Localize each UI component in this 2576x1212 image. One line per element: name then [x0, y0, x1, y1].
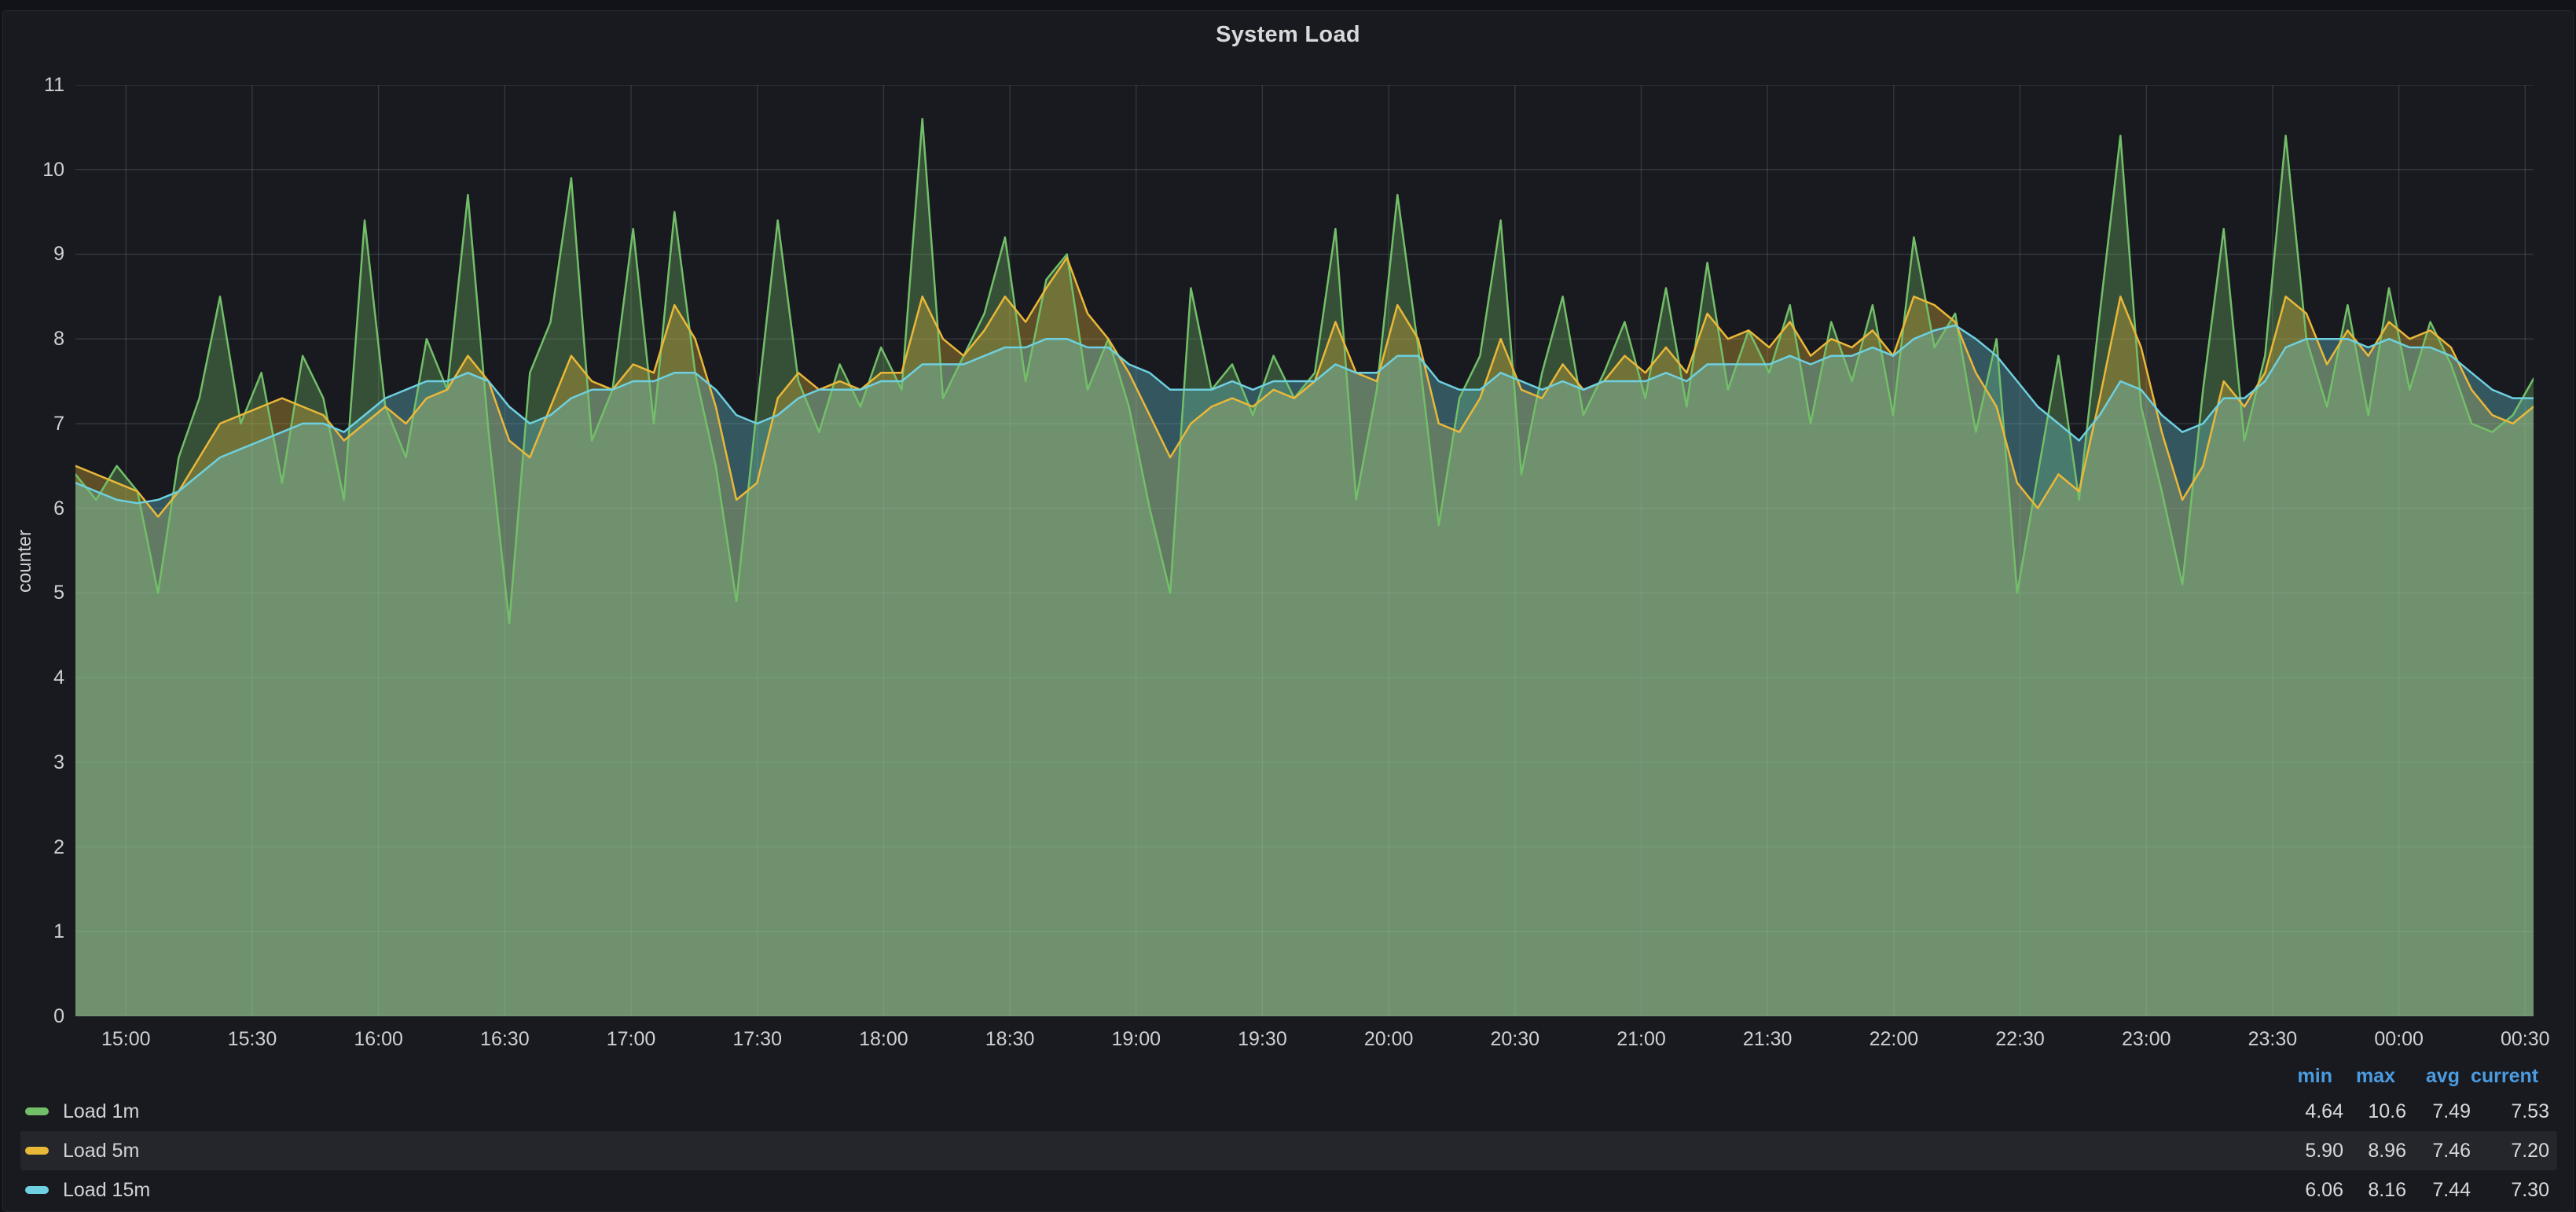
- stat-avg: 7.44: [2406, 1179, 2471, 1202]
- legend-row-load-15m[interactable]: Load 15m 6.06 8.16 7.44 7.30: [20, 1170, 2557, 1210]
- y-tick-label: 1: [0, 920, 64, 943]
- legend-label-load-1m[interactable]: Load 1m: [63, 1100, 139, 1123]
- x-tick-label: 16:00: [324, 1026, 434, 1052]
- y-tick-label: 2: [0, 836, 64, 859]
- y-tick-label: 10: [0, 158, 64, 182]
- stat-current: 7.53: [2471, 1100, 2549, 1123]
- y-tick-label: 0: [0, 1004, 64, 1028]
- legend-header-min[interactable]: min: [2281, 1065, 2343, 1088]
- legend-header-max[interactable]: max: [2343, 1065, 2406, 1088]
- x-tick-label: 15:00: [71, 1026, 181, 1052]
- y-tick-label: 11: [0, 73, 64, 97]
- x-tick-label: 19:00: [1081, 1026, 1191, 1052]
- x-tick-label: 16:30: [450, 1026, 560, 1052]
- stat-current: 7.20: [2471, 1140, 2549, 1162]
- legend-row-load-5m[interactable]: Load 5m 5.90 8.96 7.46 7.20: [20, 1131, 2557, 1170]
- x-tick-label: 18:30: [955, 1026, 1065, 1052]
- x-tick-label: 21:00: [1586, 1026, 1696, 1052]
- x-tick-label: 00:30: [2470, 1026, 2576, 1052]
- x-tick-label: 17:30: [703, 1026, 813, 1052]
- stat-min: 6.06: [2281, 1179, 2343, 1202]
- x-tick-label: 23:00: [2091, 1026, 2201, 1052]
- x-tick-label: 00:00: [2344, 1026, 2454, 1052]
- x-tick-label: 23:30: [2218, 1026, 2328, 1052]
- legend-row-load-1m[interactable]: Load 1m 4.64 10.6 7.49 7.53: [20, 1092, 2557, 1131]
- legend-header-current[interactable]: current: [2471, 1065, 2549, 1088]
- x-tick-label: 21:30: [1712, 1026, 1822, 1052]
- chart-canvas[interactable]: [75, 85, 2534, 1016]
- x-tick-label: 18:00: [828, 1026, 938, 1052]
- legend: min max avg current Load 1m 4.64 10.6 7.…: [20, 1064, 2557, 1210]
- legend-stats-load-5m: 5.90 8.96 7.46 7.20: [2281, 1140, 2549, 1162]
- x-tick-label: 20:00: [1334, 1026, 1444, 1052]
- legend-swatch-load-1m[interactable]: [25, 1107, 49, 1115]
- x-tick-label: 17:00: [576, 1026, 686, 1052]
- stat-max: 8.96: [2343, 1140, 2406, 1162]
- legend-label-load-5m[interactable]: Load 5m: [63, 1140, 139, 1162]
- x-tick-label: 19:30: [1207, 1026, 1317, 1052]
- x-tick-label: 20:30: [1460, 1026, 1570, 1052]
- legend-header-avg[interactable]: avg: [2406, 1065, 2471, 1088]
- legend-rows: Load 1m 4.64 10.6 7.49 7.53 Load 5m 5.90…: [20, 1092, 2557, 1210]
- stat-current: 7.30: [2471, 1179, 2549, 1202]
- y-tick-label: 6: [0, 497, 64, 520]
- y-tick-label: 4: [0, 666, 64, 689]
- y-axis-ticks: 01234567891011: [0, 85, 64, 1016]
- legend-swatch-load-15m[interactable]: [25, 1186, 49, 1194]
- legend-swatch-load-5m[interactable]: [25, 1147, 49, 1155]
- legend-stats-load-1m: 4.64 10.6 7.49 7.53: [2281, 1100, 2549, 1123]
- stat-max: 8.16: [2343, 1179, 2406, 1202]
- x-tick-label: 15:30: [197, 1026, 307, 1052]
- y-tick-label: 8: [0, 327, 64, 351]
- stat-max: 10.6: [2343, 1100, 2406, 1123]
- y-tick-label: 9: [0, 242, 64, 266]
- x-axis-ticks: 15:0015:3016:0016:3017:0017:3018:0018:30…: [75, 1026, 2534, 1054]
- x-tick-label: 22:00: [1839, 1026, 1949, 1052]
- y-tick-label: 7: [0, 412, 64, 435]
- chart-svg: [75, 85, 2534, 1016]
- legend-label-load-15m[interactable]: Load 15m: [63, 1179, 150, 1202]
- y-tick-label: 5: [0, 581, 64, 604]
- x-tick-label: 22:30: [1965, 1026, 2075, 1052]
- legend-stats-load-15m: 6.06 8.16 7.44 7.30: [2281, 1179, 2549, 1202]
- panel-title[interactable]: System Load: [0, 22, 2576, 48]
- stat-min: 5.90: [2281, 1140, 2343, 1162]
- series-fill-load-15m: [75, 325, 2534, 1016]
- stat-min: 4.64: [2281, 1100, 2343, 1123]
- stat-avg: 7.49: [2406, 1100, 2471, 1123]
- y-tick-label: 3: [0, 751, 64, 774]
- stat-avg: 7.46: [2406, 1140, 2471, 1162]
- legend-header: min max avg current: [20, 1064, 2549, 1088]
